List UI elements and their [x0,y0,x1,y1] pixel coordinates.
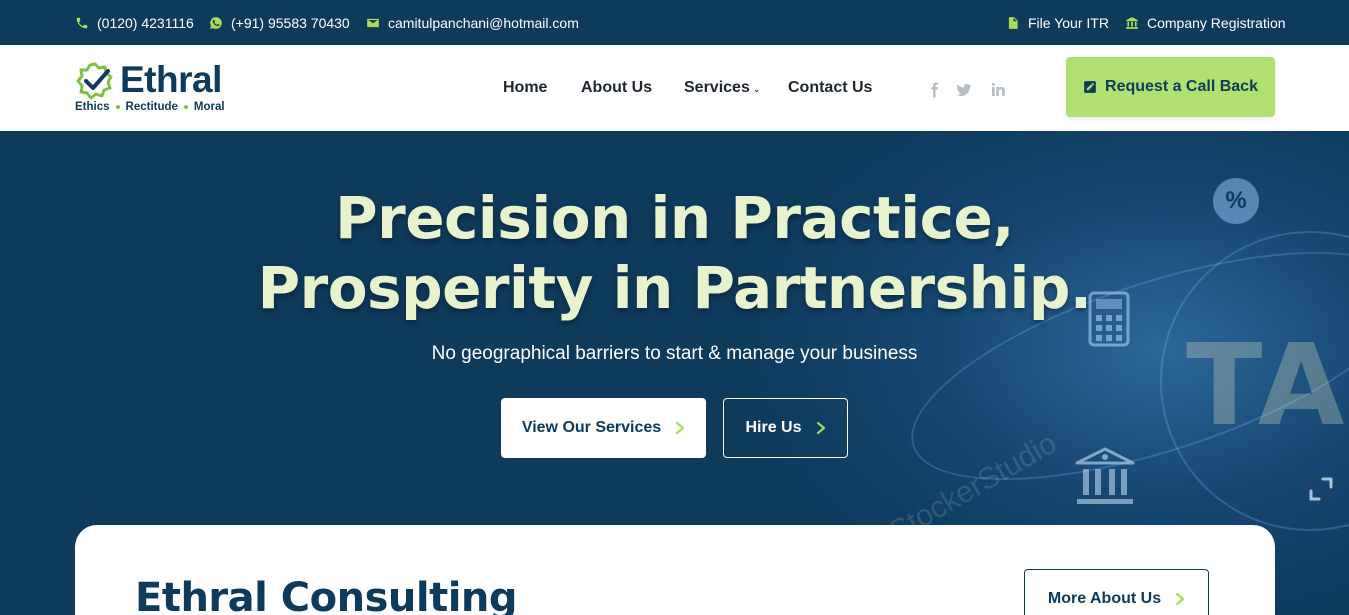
view-services-button[interactable]: View Our Services [501,398,706,458]
tagline-dot [115,105,120,109]
file-itr-label: File Your ITR [1028,14,1109,31]
tagline-dot [183,105,188,109]
company-registration-link[interactable]: Company Registration [1125,0,1286,45]
logo-mark-icon [76,62,113,100]
linkedin-link[interactable] [989,81,1007,99]
phone-number-1: (0120) 4231116 [97,14,194,31]
nav-services[interactable]: Services ⌄ [684,79,760,97]
email-contact[interactable]: camitulpanchani@hotmail.com [366,0,579,45]
chevron-right-icon [676,421,685,435]
hero-title: Precision in Practice, Prosperity in Par… [0,183,1349,323]
more-about-us-label: More About Us [1047,590,1162,607]
twitter-link[interactable] [955,81,973,99]
hero-title-line-1: Precision in Practice, [335,184,1014,252]
logo-tag-moral: Moral [193,101,225,113]
hero-subtitle: No geographical barriers to start & mana… [431,343,918,364]
about-card-title: Ethral Consulting [135,575,518,615]
hero-title-line-2: Prosperity in Partnership. [257,254,1092,322]
bank-icon [1126,16,1138,29]
chevron-down-icon: ⌄ [752,83,761,94]
logo-name: Ethral [120,59,222,100]
phone-contact[interactable]: (0120) 4231116 [75,0,194,45]
about-card: Ethral Consulting More About Us [75,525,1275,615]
logo-tagline: Ethics Rectitude Moral [75,101,225,113]
file-itr-link[interactable]: File Your ITR [1006,0,1109,45]
bank-icon [1075,447,1135,504]
company-registration-label: Company Registration [1147,14,1286,31]
more-about-us-button[interactable]: More About Us [1024,569,1209,615]
whatsapp-icon [210,16,222,29]
logo-tag-rectitude: Rectitude [125,101,178,113]
facebook-link[interactable] [925,81,943,99]
twitter-icon [956,83,972,97]
nav-contact-us[interactable]: Contact Us [788,79,872,97]
logo-tag-ethics: Ethics [75,101,110,113]
request-call-back-button[interactable]: Request a Call Back [1066,57,1275,117]
phone-number-2: (+91) 95583 70430 [231,14,350,31]
linkedin-icon [991,82,1005,96]
hire-us-label: Hire Us [745,419,802,436]
nav-services-label: Services [684,79,750,96]
email-address: camitulpanchani@hotmail.com [388,14,579,31]
nav-about-us[interactable]: About Us [581,79,652,97]
document-icon [1008,16,1018,29]
hire-us-button[interactable]: Hire Us [723,398,848,458]
logo[interactable]: Ethral Ethics Rectitude Moral [75,59,235,117]
view-services-label: View Our Services [521,419,662,436]
facebook-icon [931,82,938,98]
tax-decorative-text: TA [1186,321,1349,451]
top-bar: (0120) 4231116 (+91) 95583 70430 camitul… [0,0,1349,45]
mail-icon [367,18,379,27]
edit-icon [1084,81,1096,93]
nav-home[interactable]: Home [503,79,547,97]
site-header: Ethral Ethics Rectitude Moral Home About… [0,45,1349,131]
chevron-right-icon [1175,592,1185,606]
request-call-back-label: Request a Call Back [1105,78,1258,95]
phone-icon [76,17,88,28]
refresh-arrow-icon [1309,477,1333,501]
whatsapp-contact[interactable]: (+91) 95583 70430 [209,0,350,45]
chevron-right-icon [816,421,825,435]
